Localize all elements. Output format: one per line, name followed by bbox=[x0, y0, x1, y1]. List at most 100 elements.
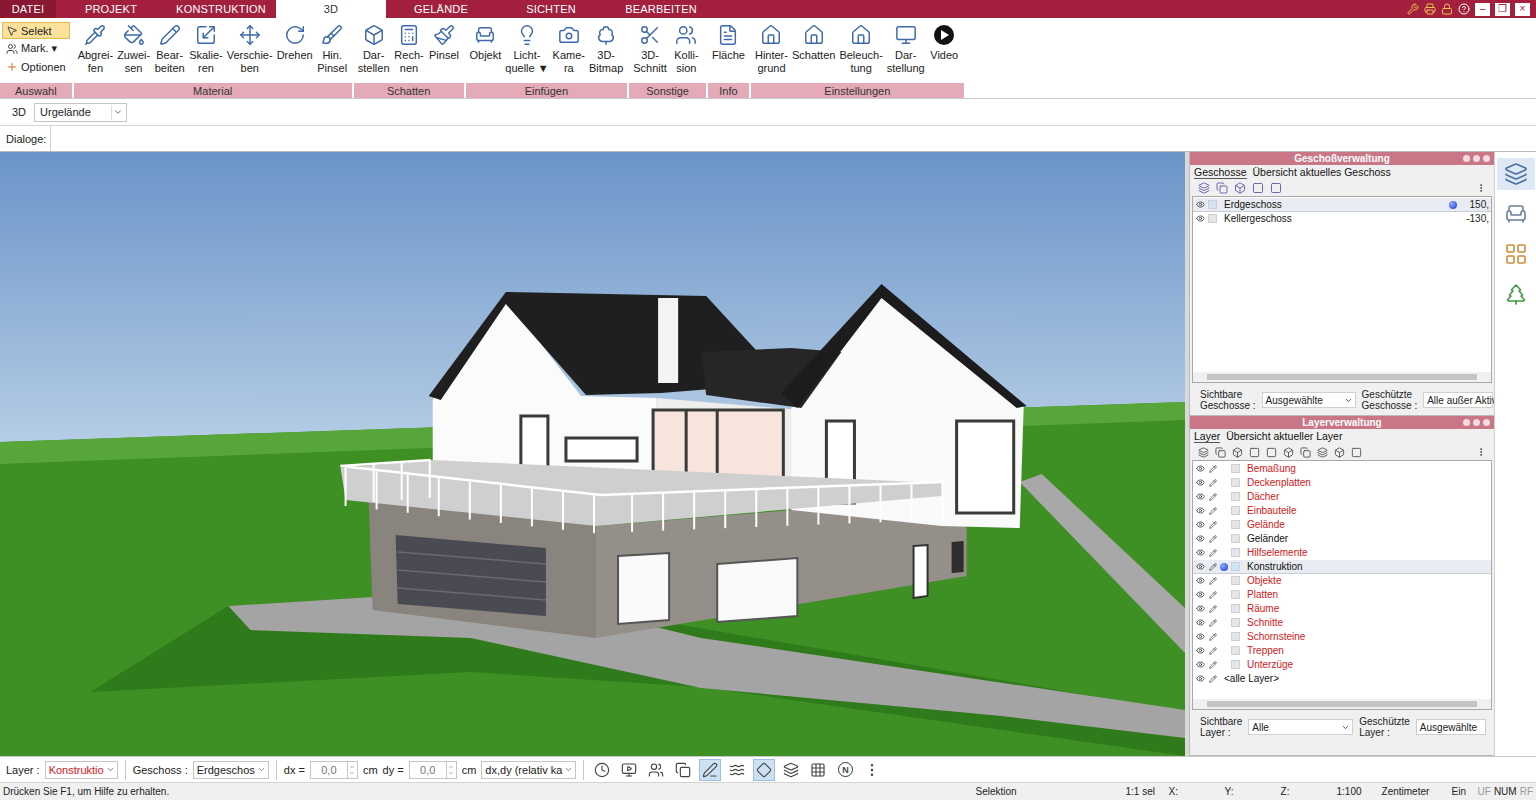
storey-row[interactable]: Erdgeschoss150, bbox=[1193, 198, 1491, 212]
eye-icon[interactable] bbox=[1196, 534, 1205, 543]
edit-icon[interactable] bbox=[1209, 661, 1217, 669]
selection-button[interactable]: Mark. ▾ bbox=[2, 40, 70, 57]
edit-icon[interactable] bbox=[1209, 563, 1217, 571]
view-select[interactable]: Urgelände bbox=[34, 103, 127, 122]
mode-select[interactable]: dx,dy (relativ ka bbox=[481, 761, 576, 779]
eye-icon[interactable] bbox=[1196, 200, 1205, 209]
layer-row[interactable]: Schnitte bbox=[1193, 616, 1491, 630]
edit-icon[interactable] bbox=[1209, 675, 1217, 683]
tool-button[interactable]: N bbox=[834, 759, 856, 781]
eye-icon[interactable] bbox=[1196, 562, 1205, 571]
edit-icon[interactable] bbox=[1209, 549, 1217, 557]
eye-icon[interactable] bbox=[1196, 464, 1205, 473]
edit-icon[interactable] bbox=[1209, 535, 1217, 543]
layer-tool-icon[interactable] bbox=[1266, 447, 1277, 458]
lock-icon[interactable] bbox=[1441, 3, 1453, 15]
ribbon-button[interactable]: Drehen bbox=[275, 20, 315, 63]
ribbon-button[interactable]: Hin.Pinsel bbox=[315, 20, 350, 76]
protected-storeys-select[interactable]: Alle außer Aktive bbox=[1423, 392, 1493, 408]
scrollbar[interactable] bbox=[1193, 699, 1491, 709]
ribbon-button[interactable]: 3D-Bitmap bbox=[587, 20, 625, 76]
storey-tool-icon[interactable] bbox=[1270, 182, 1282, 194]
edit-icon[interactable] bbox=[1209, 591, 1217, 599]
menu-tab[interactable]: PROJEKT bbox=[56, 0, 166, 18]
eye-icon[interactable] bbox=[1196, 618, 1205, 627]
visible-storeys-select[interactable]: Ausgewählte bbox=[1262, 392, 1356, 408]
layer-row[interactable]: Deckenplatten bbox=[1193, 476, 1491, 490]
menu-tab[interactable]: GELÄNDE bbox=[386, 0, 496, 18]
tool-button[interactable] bbox=[807, 759, 829, 781]
ribbon-button[interactable]: Kolli-sion bbox=[669, 20, 704, 76]
menu-icon[interactable] bbox=[1476, 183, 1486, 193]
edit-icon[interactable] bbox=[1209, 507, 1217, 515]
eye-icon[interactable] bbox=[1196, 520, 1205, 529]
window-button[interactable]: – bbox=[1475, 3, 1490, 16]
layer-row[interactable]: Gelände bbox=[1193, 518, 1491, 532]
layer-row[interactable]: Schornsteine bbox=[1193, 630, 1491, 644]
ribbon-button[interactable]: Dar-stellen bbox=[356, 20, 392, 76]
window-button[interactable]: × bbox=[1515, 3, 1530, 16]
all-layers-row[interactable]: <alle Layer> bbox=[1193, 672, 1491, 686]
menu-tab[interactable]: 3D bbox=[276, 0, 386, 18]
panel-tab[interactable]: Geschosse bbox=[1194, 166, 1247, 179]
ribbon-button[interactable]: 3D-Schnitt bbox=[631, 20, 669, 76]
strip-button[interactable] bbox=[1497, 238, 1535, 270]
ribbon-button[interactable]: Licht-quelle ▼ bbox=[503, 20, 550, 76]
eye-icon[interactable] bbox=[1196, 576, 1205, 585]
edit-icon[interactable] bbox=[1209, 647, 1217, 655]
up-icon[interactable] bbox=[448, 764, 454, 770]
edit-icon[interactable] bbox=[1209, 605, 1217, 613]
menu-tab[interactable]: KONSTRUKTION bbox=[166, 0, 276, 18]
menu-tab[interactable]: BEARBEITEN bbox=[606, 0, 716, 18]
tool-button[interactable] bbox=[618, 759, 640, 781]
eye-icon[interactable] bbox=[1196, 214, 1205, 223]
storey-tool-icon[interactable] bbox=[1252, 182, 1264, 194]
ribbon-button[interactable]: Kame-ra bbox=[551, 20, 587, 76]
layer-row[interactable]: Platten bbox=[1193, 588, 1491, 602]
edit-icon[interactable] bbox=[1209, 493, 1217, 501]
ribbon-button[interactable]: Skalie-ren bbox=[187, 20, 225, 76]
layer-row[interactable]: Objekte bbox=[1193, 574, 1491, 588]
tool-button[interactable] bbox=[861, 759, 883, 781]
layer-row[interactable]: Treppen bbox=[1193, 644, 1491, 658]
ribbon-button[interactable]: Dar-stellung bbox=[885, 20, 927, 76]
layer-row[interactable]: Geländer bbox=[1193, 532, 1491, 546]
ribbon-button[interactable]: Rech-nen bbox=[392, 20, 427, 76]
panel-tab[interactable]: Übersicht aktuelles Geschoss bbox=[1253, 166, 1391, 179]
eye-icon[interactable] bbox=[1196, 548, 1205, 557]
tool-button[interactable] bbox=[699, 759, 721, 781]
storey-tool-icon[interactable] bbox=[1198, 182, 1210, 194]
strip-button[interactable] bbox=[1497, 198, 1535, 230]
help-icon[interactable] bbox=[1458, 3, 1470, 15]
print-icon[interactable] bbox=[1424, 3, 1436, 15]
dx-input[interactable]: 0,0 bbox=[310, 761, 358, 779]
layer-row[interactable]: Räume bbox=[1193, 602, 1491, 616]
eye-icon[interactable] bbox=[1196, 632, 1205, 641]
menu-tab[interactable]: SICHTEN bbox=[496, 0, 606, 18]
ribbon-button[interactable]: Schatten bbox=[790, 20, 837, 63]
storey-tool-icon[interactable] bbox=[1234, 182, 1246, 194]
layer-tool-icon[interactable] bbox=[1283, 447, 1294, 458]
layer-tool-icon[interactable] bbox=[1232, 447, 1243, 458]
tool-button[interactable] bbox=[780, 759, 802, 781]
ribbon-button[interactable]: Zuwei-sen bbox=[115, 20, 152, 76]
menu-icon[interactable] bbox=[1476, 447, 1486, 457]
layer-tool-icon[interactable] bbox=[1215, 447, 1226, 458]
tool-button[interactable] bbox=[645, 759, 667, 781]
layer-tool-icon[interactable] bbox=[1317, 447, 1328, 458]
eye-icon[interactable] bbox=[1196, 604, 1205, 613]
layer-select[interactable]: Konstruktio bbox=[45, 761, 118, 779]
ribbon-button[interactable]: Hinter-grund bbox=[753, 20, 790, 76]
tool-button[interactable] bbox=[726, 759, 748, 781]
edit-icon[interactable] bbox=[1209, 465, 1217, 473]
selection-button[interactable]: Optionen bbox=[2, 58, 70, 75]
layer-tool-icon[interactable] bbox=[1334, 447, 1345, 458]
eye-icon[interactable] bbox=[1196, 506, 1205, 515]
layer-row[interactable]: Bemaßung bbox=[1193, 462, 1491, 476]
eye-icon[interactable] bbox=[1196, 646, 1205, 655]
layer-row[interactable]: Unterzüge bbox=[1193, 658, 1491, 672]
edit-icon[interactable] bbox=[1209, 479, 1217, 487]
panel-tab[interactable]: Layer bbox=[1194, 430, 1220, 443]
layer-row[interactable]: Einbauteile bbox=[1193, 504, 1491, 518]
menu-tab[interactable]: DATEI bbox=[0, 0, 56, 18]
